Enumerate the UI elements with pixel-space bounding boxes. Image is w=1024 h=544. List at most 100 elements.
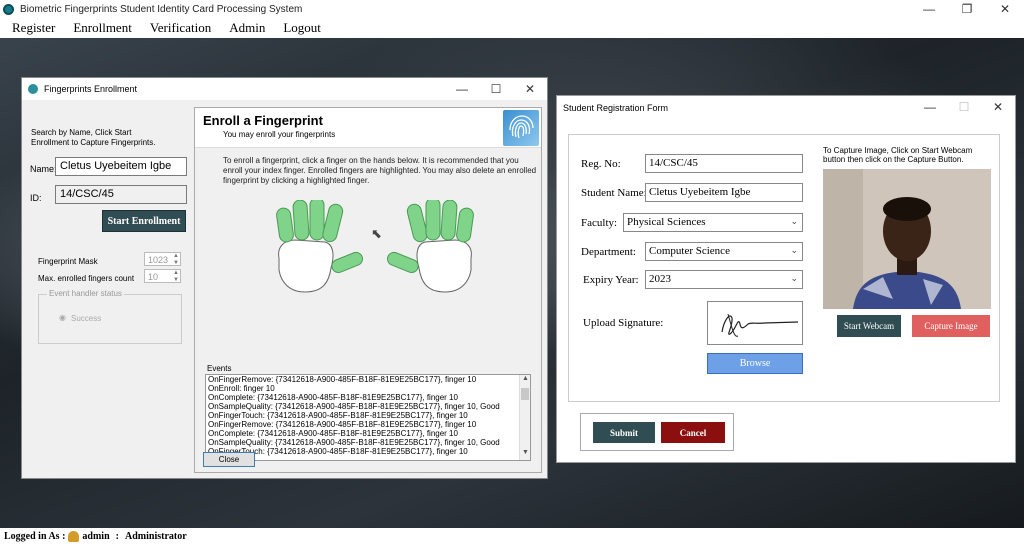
menu-admin[interactable]: Admin: [229, 20, 265, 36]
fingerprint-badge-icon: [503, 110, 539, 146]
right-finger-little: [456, 207, 474, 243]
chevron-down-icon[interactable]: ⌄: [790, 216, 798, 227]
submit-button[interactable]: Submit: [593, 422, 655, 443]
registration-window: Student Registration Form — ☐ ✕ Reg. No:…: [556, 95, 1016, 463]
faculty-label: Faculty:: [581, 217, 618, 229]
enrollment-window: Fingerprints Enrollment — ☐ ✕ Search by …: [21, 77, 548, 479]
form-actions: Submit Cancel: [580, 413, 734, 451]
app-logo-icon: [3, 3, 14, 15]
start-webcam-button[interactable]: Start Webcam: [837, 315, 901, 337]
status-username: admin: [82, 530, 110, 542]
capture-image-button[interactable]: Capture Image: [912, 315, 990, 337]
faculty-select[interactable]: Physical Sciences ⌄: [623, 213, 803, 232]
chevron-down-icon[interactable]: ⌄: [790, 273, 798, 284]
menu-enrollment[interactable]: Enrollment: [73, 20, 132, 36]
scroll-down-icon[interactable]: ▼: [520, 449, 530, 460]
app-window-controls: — ❐ ✕: [910, 0, 1024, 17]
fingerprint-logo-icon: [28, 84, 38, 94]
success-label: Success: [71, 314, 102, 323]
list-item: OnComplete: {73412618-A900-485F-B18F-81E…: [208, 393, 458, 402]
camera-note: To Capture Image, Click on Start Webcam …: [823, 146, 973, 164]
enroll-header: Enroll a Fingerprint You may enroll your…: [195, 108, 541, 148]
registration-form-panel: Reg. No: 14/CSC/45 Student Name: Cletus …: [568, 134, 1000, 402]
minimize-icon[interactable]: —: [445, 78, 479, 100]
hands-diagram: [276, 200, 474, 293]
left-finger-ring: [292, 200, 310, 241]
fingerprint-mask-stepper[interactable]: 1023 ▲ ▼: [144, 252, 181, 266]
start-enrollment-button[interactable]: Start Enrollment: [102, 210, 186, 232]
list-item: OnFingerRemove: {73412618-A900-485F-B18F…: [208, 375, 477, 384]
status-separator: :: [115, 530, 119, 542]
left-finger-index: [322, 203, 344, 243]
reg-no-input[interactable]: 14/CSC/45: [645, 154, 803, 173]
department-value: Computer Science: [649, 245, 730, 257]
expiry-year-select[interactable]: 2023 ⌄: [645, 270, 803, 289]
right-finger-index: [406, 203, 428, 243]
expiry-year-value: 2023: [649, 273, 671, 285]
enrollment-title-bar: Fingerprints Enrollment — ☐ ✕: [22, 78, 547, 100]
registration-window-title: Student Registration Form: [563, 103, 669, 113]
scroll-up-icon[interactable]: ▲: [520, 375, 530, 386]
student-photo: [823, 169, 991, 309]
menu-verification[interactable]: Verification: [150, 20, 211, 36]
department-select[interactable]: Computer Science ⌄: [645, 242, 803, 261]
right-thumb: [387, 251, 419, 274]
registration-title-bar: Student Registration Form — ☐ ✕: [557, 96, 1015, 120]
events-scrollbar[interactable]: ▲ ▼: [519, 375, 530, 460]
maximize-icon[interactable]: ☐: [947, 96, 981, 118]
maximize-icon[interactable]: ☐: [479, 78, 513, 100]
enrollment-window-title: Fingerprints Enrollment: [44, 84, 138, 94]
minimize-icon[interactable]: —: [913, 96, 947, 118]
name-input[interactable]: Cletus Uyebeitem Igbe: [55, 157, 187, 176]
right-finger-ring: [440, 200, 458, 241]
close-button[interactable]: Close: [203, 452, 255, 467]
close-icon[interactable]: ✕: [513, 78, 547, 100]
close-icon[interactable]: ✕: [981, 96, 1015, 118]
list-item: OnFingerTouch: {73412618-A900-485F-B18F-…: [208, 411, 468, 420]
menu-logout[interactable]: Logout: [283, 20, 321, 36]
student-name-input[interactable]: Cletus Uyebeitem Igbe: [645, 183, 803, 202]
menu-register[interactable]: Register: [12, 20, 55, 36]
department-label: Department:: [581, 246, 636, 258]
app-title: Biometric Fingerprints Student Identity …: [20, 3, 303, 15]
right-finger-middle: [425, 200, 441, 241]
student-photo-image: [823, 169, 991, 309]
chevron-down-icon[interactable]: ⌄: [790, 245, 798, 256]
id-field: 14/CSC/45: [55, 185, 187, 204]
list-item: OnEnroll: finger 10: [208, 384, 275, 393]
right-palm: [416, 239, 472, 293]
enroll-fingerprint-panel: Enroll a Fingerprint You may enroll your…: [194, 107, 542, 473]
app-title-bar: Biometric Fingerprints Student Identity …: [0, 0, 1024, 18]
left-thumb: [331, 251, 363, 274]
fingerprint-mask-label: Fingerprint Mask: [38, 257, 98, 266]
browse-button[interactable]: Browse: [707, 353, 803, 374]
logged-in-label: Logged in As :: [4, 530, 66, 542]
id-label: ID:: [30, 193, 42, 203]
cancel-button[interactable]: Cancel: [661, 422, 725, 443]
minimize-icon[interactable]: —: [910, 0, 948, 17]
signature-preview: [707, 301, 803, 345]
events-log[interactable]: OnFingerRemove: {73412618-A900-485F-B18F…: [205, 374, 531, 461]
restore-icon[interactable]: ❐: [948, 0, 986, 17]
reg-no-label: Reg. No:: [581, 158, 621, 170]
enrollment-left-panel: Search by Name, Click Start Enrollment t…: [22, 100, 192, 478]
list-item: OnSampleQuality: {73412618-A900-485F-B18…: [208, 438, 500, 447]
max-fingers-value: 10: [148, 272, 159, 282]
enroll-instructions: To enroll a fingerprint, click a finger …: [223, 156, 537, 185]
event-handler-group-label: Event handler status: [47, 289, 124, 298]
left-finger-little: [276, 207, 294, 243]
stepper-arrows-icon[interactable]: ▲ ▼: [173, 253, 179, 267]
status-role: Administrator: [124, 530, 187, 542]
list-item: OnSampleQuality: {73412618-A900-485F-B18…: [208, 402, 500, 411]
left-finger-middle: [309, 200, 325, 241]
stepper-arrows-icon[interactable]: ▲ ▼: [173, 270, 179, 284]
max-fingers-label: Max. enrolled fingers count: [38, 274, 135, 283]
list-item: OnComplete: {73412618-A900-485F-B18F-81E…: [208, 429, 458, 438]
scroll-thumb[interactable]: [521, 388, 529, 400]
list-item: OnFingerRemove: {73412618-A900-485F-B18F…: [208, 420, 477, 429]
success-radio-icon[interactable]: ◉: [59, 313, 66, 322]
fingerprint-mask-value: 1023: [148, 255, 169, 265]
max-fingers-stepper[interactable]: 10 ▲ ▼: [144, 269, 181, 283]
upload-signature-label: Upload Signature:: [583, 317, 664, 329]
close-icon[interactable]: ✕: [986, 0, 1024, 17]
